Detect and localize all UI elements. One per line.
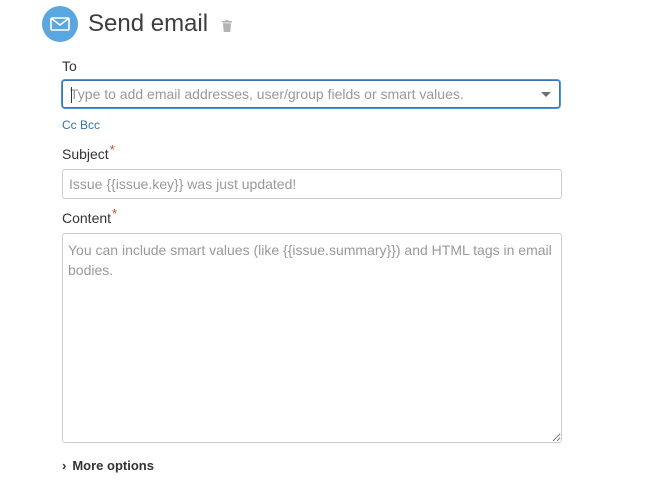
more-options-label: More options — [72, 458, 154, 473]
to-label: To — [62, 58, 77, 74]
to-input[interactable] — [70, 86, 530, 102]
trash-icon[interactable] — [222, 20, 233, 32]
cc-bcc-link[interactable]: Cc Bcc — [62, 118, 100, 132]
page-title: Send email — [88, 10, 209, 37]
more-options-toggle[interactable]: › More options — [62, 458, 154, 473]
send-email-form: Send email To Cc Bcc Subject* Content* ›… — [0, 0, 662, 486]
subject-input[interactable] — [62, 169, 562, 199]
envelope-icon — [42, 6, 78, 42]
content-label: Content* — [62, 206, 117, 226]
required-marker: * — [112, 206, 118, 221]
action-header: Send email — [42, 6, 233, 42]
content-label-text: Content — [62, 210, 112, 226]
subject-label-text: Subject — [62, 146, 109, 162]
chevron-down-icon[interactable] — [541, 92, 551, 97]
content-textarea[interactable] — [62, 233, 562, 443]
chevron-right-icon: › — [62, 458, 67, 473]
required-marker: * — [109, 142, 115, 157]
text-cursor — [71, 87, 72, 103]
subject-label: Subject* — [62, 142, 115, 162]
to-select[interactable] — [62, 80, 560, 108]
